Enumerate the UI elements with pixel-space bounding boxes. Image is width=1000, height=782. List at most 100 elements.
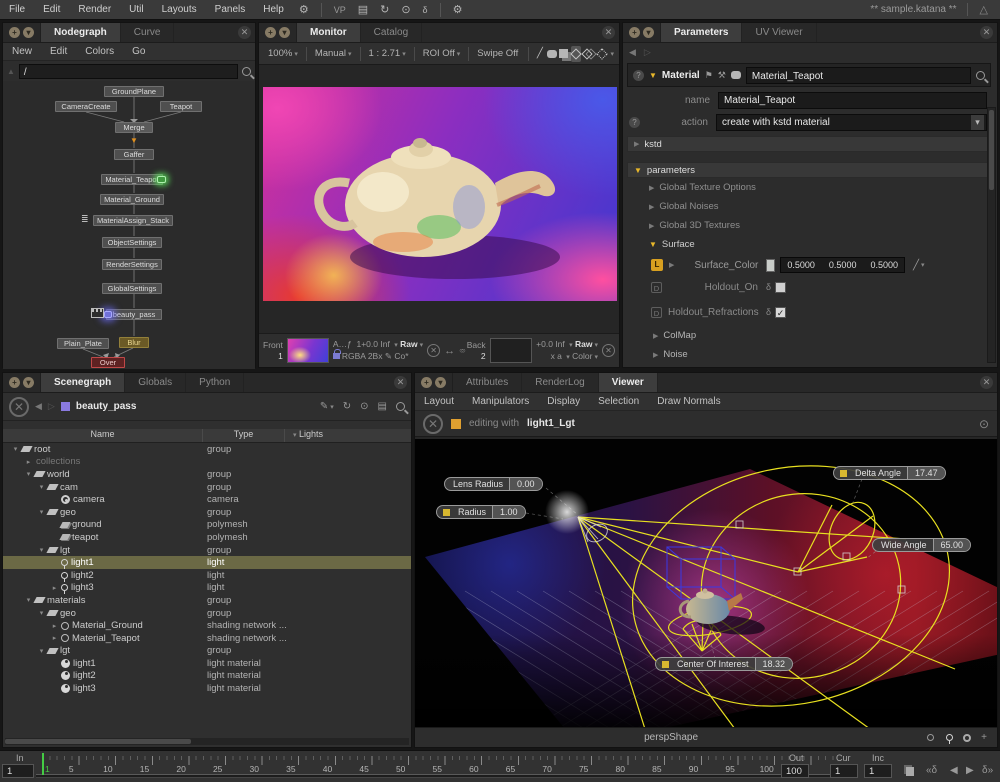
close-icon[interactable]: ✕ (980, 376, 993, 389)
scenegraph-row-collections[interactable]: ▸collections (3, 456, 411, 469)
fold-surface[interactable]: ▼Surface (623, 235, 997, 254)
tab-nodegraph[interactable]: Nodegraph (41, 23, 121, 42)
edit-pen-icon[interactable]: ✎▾ (320, 401, 334, 412)
scenegraph-row-material_ground[interactable]: ▸Material_Groundshading network ... (3, 619, 411, 632)
menu-panels[interactable]: Panels (206, 4, 255, 15)
search-icon[interactable] (242, 67, 251, 76)
viewer-menu-draw-normals[interactable]: Draw Normals (648, 396, 729, 407)
hud-radius[interactable]: Radius1.00 (436, 505, 526, 519)
tab-catalog[interactable]: Catalog (361, 23, 422, 42)
monitor-dropdown-1-2.71[interactable]: 1 : 2.71▾ (365, 48, 410, 59)
tab-renderlog[interactable]: RenderLog (522, 373, 598, 392)
color-values[interactable]: 0.5000 0.5000 0.5000 (780, 257, 905, 273)
hud-delta-angle[interactable]: Delta Angle17.47 (833, 466, 946, 480)
name-input[interactable]: Material_Teapot (718, 92, 987, 109)
scenegraph-row-lgt[interactable]: ▾lgtgroup (3, 544, 411, 557)
in-field[interactable]: 1 (2, 764, 34, 778)
refresh-icon[interactable]: ↻ (343, 401, 351, 412)
pane-menu-icon[interactable]: ▾ (23, 27, 34, 38)
pane-menu-icon[interactable]: ▾ (23, 377, 34, 388)
node-merge[interactable]: Merge (115, 122, 153, 133)
scenegraph-row-light3[interactable]: ▸light3light (3, 582, 411, 595)
out-field[interactable]: 100 (781, 764, 809, 778)
power-icon[interactable]: ⊙ (360, 401, 368, 412)
power-icon[interactable]: ⊙ (395, 3, 416, 16)
prev-frame-icon[interactable]: ◀ (950, 765, 958, 776)
expander-icon[interactable]: ▾ (37, 483, 46, 491)
comment-icon[interactable] (731, 71, 741, 79)
tab-attributes[interactable]: Attributes (453, 373, 522, 392)
close-icon[interactable]: ✕ (980, 26, 993, 39)
menu-help[interactable]: Help (254, 4, 293, 15)
search-icon[interactable] (396, 402, 405, 411)
forward-arrow-icon[interactable]: ▷ (644, 47, 651, 58)
light-icon[interactable] (946, 734, 953, 741)
scenegraph-row-materials[interactable]: ▾materialsgroup (3, 594, 411, 607)
back-thumbnail[interactable] (490, 338, 532, 363)
scenegraph-row-light2[interactable]: light2light material (3, 670, 411, 683)
tab-globals[interactable]: Globals (125, 373, 186, 392)
nodegraph-menu-colors[interactable]: Colors (76, 46, 123, 57)
scenegraph-row-geo[interactable]: ▾geogroup (3, 506, 411, 519)
node-teapot[interactable]: Teapot (160, 101, 202, 112)
scenegraph-row-root[interactable]: ▾rootgroup (3, 443, 411, 456)
kstd-group[interactable]: ▶ kstd (627, 136, 989, 152)
slate-icon[interactable]: ▤ (378, 401, 387, 412)
help-icon[interactable]: ? (629, 117, 640, 128)
scenegraph-row-world[interactable]: ▾worldgroup (3, 468, 411, 481)
material-node-header[interactable]: ? ▼ Material ⚑ ⚒ Material_Teapot (627, 63, 991, 87)
menu-layouts[interactable]: Layouts (153, 4, 206, 15)
node-search-input[interactable]: / (19, 64, 238, 79)
scenegraph-row-geo[interactable]: ▾geogroup (3, 607, 411, 620)
back-channels[interactable]: x a ▾ Color▾ (536, 351, 598, 363)
expander-icon[interactable]: ▾ (11, 445, 20, 453)
playhead[interactable] (42, 753, 44, 775)
node-material_ground[interactable]: Material_Ground (100, 194, 164, 205)
holdout-on-checkbox[interactable] (775, 282, 786, 293)
monitor-dropdown-roi-off[interactable]: ROI Off▾ (419, 48, 465, 59)
expander-icon[interactable]: ▾ (24, 596, 33, 604)
node-material_teapot[interactable]: Material_Teapot (101, 174, 163, 185)
pane-menu-icon[interactable]: ▾ (643, 27, 654, 38)
close-icon[interactable]: ✕ (602, 26, 615, 39)
keyframe-icon[interactable]: δ (766, 307, 771, 317)
layers-icon[interactable] (559, 46, 569, 62)
center-icon[interactable] (597, 46, 607, 62)
node-rendersettings[interactable]: RenderSettings (102, 259, 162, 270)
viewer-menu-display[interactable]: Display (538, 396, 589, 407)
camera-name-label[interactable]: perspShape (415, 732, 927, 743)
tab-curve[interactable]: Curve (121, 23, 175, 42)
menu-render[interactable]: Render (69, 4, 120, 15)
power-icon[interactable]: ⊙ (979, 417, 989, 431)
help-icon[interactable]: ? (633, 70, 644, 81)
noise-fold[interactable]: ▶Noise (623, 345, 997, 364)
pane-add-icon[interactable]: + (421, 377, 432, 388)
scenegraph-row-lgt[interactable]: ▾lgtgroup (3, 645, 411, 658)
tab-scenegraph[interactable]: Scenegraph (41, 373, 125, 392)
back-arrow-icon[interactable]: ◀ (629, 47, 636, 58)
dismiss-back-icon[interactable]: ✕ (602, 344, 615, 357)
menu-edit[interactable]: Edit (34, 4, 69, 15)
vp-button[interactable]: VP (328, 5, 352, 15)
next-frame-icon[interactable]: ▶ (966, 765, 974, 776)
node-plain_plate[interactable]: Plain_Plate (57, 338, 109, 349)
chevron-down-icon[interactable]: ▾ (921, 261, 925, 269)
fold-global-3d-textures[interactable]: ▶Global 3D Textures (623, 216, 997, 235)
ring-icon[interactable] (963, 734, 971, 742)
tab-viewer[interactable]: Viewer (599, 373, 658, 392)
expander-icon[interactable]: ▾ (37, 508, 46, 516)
expander-icon[interactable]: ▸ (50, 584, 59, 592)
annotate-pen-icon[interactable]: ╱ (535, 46, 545, 62)
column-type[interactable]: Type (203, 429, 285, 442)
pane-add-icon[interactable]: + (9, 27, 20, 38)
close-icon[interactable]: ✕ (238, 26, 251, 39)
pan-zoom-icon[interactable] (571, 46, 581, 62)
horizontal-scrollbar[interactable] (5, 738, 409, 745)
compare-icon[interactable] (583, 46, 595, 62)
vertical-scrollbar[interactable] (987, 107, 996, 363)
nodegraph-menu-go[interactable]: Go (123, 46, 154, 57)
clear-icon[interactable]: ✕ (423, 414, 443, 434)
menu-file[interactable]: File (0, 4, 34, 15)
hud-wide-angle[interactable]: Wide Angle65.00 (872, 538, 971, 552)
expander-icon[interactable]: ▸ (24, 458, 33, 466)
